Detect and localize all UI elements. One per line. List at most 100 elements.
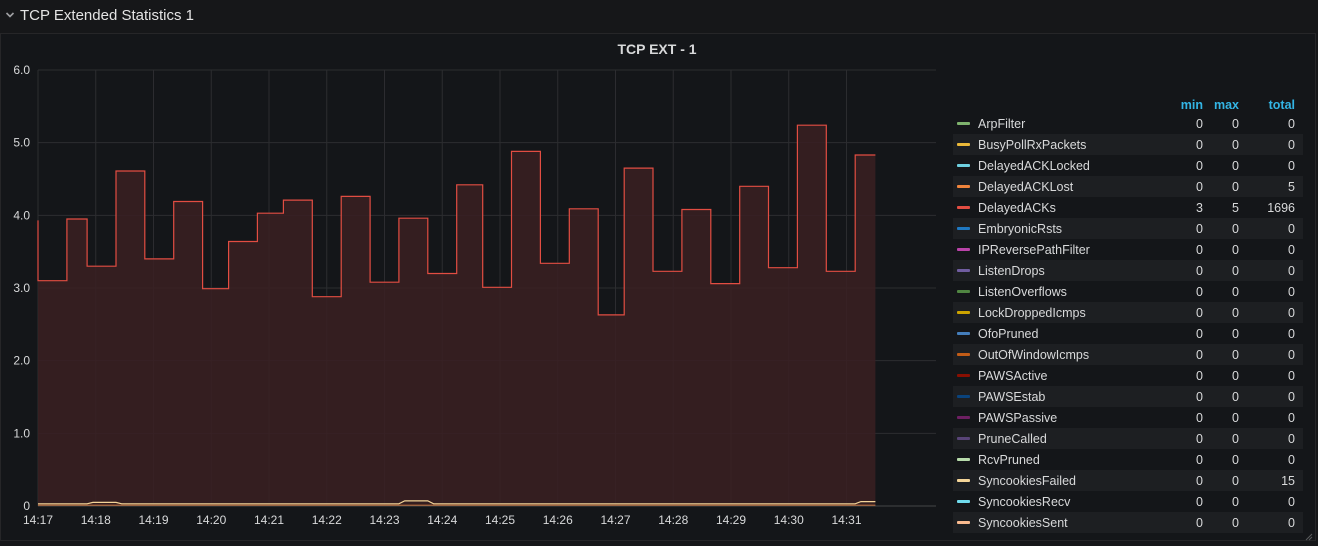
legend-item-embryonicrsts[interactable]: EmbryonicRsts 0 0 0 (953, 218, 1303, 239)
legend-total-value: 5 (1288, 179, 1295, 194)
panel-title[interactable]: TCP EXT - 1 (1, 41, 1313, 57)
legend-item-delayedacklocked[interactable]: DelayedACKLocked 0 0 0 (953, 155, 1303, 176)
legend-item-syncookiesrecv[interactable]: SyncookiesRecv 0 0 0 (953, 491, 1303, 512)
legend-item-label[interactable]: ListenOverflows (978, 285, 1158, 299)
legend-item-ofopruned[interactable]: OfoPruned 0 0 0 (953, 323, 1303, 344)
legend-swatch[interactable] (957, 500, 970, 503)
legend-item-label[interactable]: DelayedACKs (978, 201, 1158, 215)
x-tick-label: 14:28 (658, 513, 688, 527)
legend-swatch[interactable] (957, 311, 970, 314)
legend-item-busypollrxpackets[interactable]: BusyPollRxPackets 0 0 0 (953, 134, 1303, 155)
legend-item-label[interactable]: SyncookiesRecv (978, 495, 1158, 509)
row-title[interactable]: TCP Extended Statistics 1 (20, 7, 194, 24)
legend-swatch[interactable] (957, 290, 970, 293)
legend-swatch[interactable] (957, 353, 970, 356)
legend-item-outofwindowicmps[interactable]: OutOfWindowIcmps 0 0 0 (953, 344, 1303, 365)
legend-item-label[interactable]: IPReversePathFilter (978, 243, 1158, 257)
legend-item-label[interactable]: PruneCalled (978, 432, 1158, 446)
legend-min-value: 0 (1196, 368, 1203, 383)
legend-swatch[interactable] (957, 185, 970, 188)
legend-total-value: 0 (1288, 284, 1295, 299)
legend-max-value: 0 (1232, 410, 1239, 425)
legend-item-label[interactable]: ListenDrops (978, 264, 1158, 278)
legend-min-value: 0 (1196, 431, 1203, 446)
legend-swatch[interactable] (957, 143, 970, 146)
legend-item-listenoverflows[interactable]: ListenOverflows 0 0 0 (953, 281, 1303, 302)
legend-swatch[interactable] (957, 269, 970, 272)
legend-item-label[interactable]: PAWSPassive (978, 411, 1158, 425)
legend-item-listendrops[interactable]: ListenDrops 0 0 0 (953, 260, 1303, 281)
legend-item-prunecalled[interactable]: PruneCalled 0 0 0 (953, 428, 1303, 449)
legend-item-arpfilter[interactable]: ArpFilter 0 0 0 (953, 113, 1303, 134)
legend-swatch[interactable] (957, 458, 970, 461)
legend-min-value: 0 (1196, 305, 1203, 320)
legend-total-value: 0 (1288, 263, 1295, 278)
legend-swatch[interactable] (957, 374, 970, 377)
legend-total-value: 0 (1288, 494, 1295, 509)
legend-min-value: 0 (1196, 326, 1203, 341)
legend-swatch[interactable] (957, 479, 970, 482)
legend-item-label[interactable]: DelayedACKLost (978, 180, 1158, 194)
x-tick-label: 14:22 (312, 513, 342, 527)
legend-column-max[interactable]: max (1203, 98, 1239, 112)
legend-item-label[interactable]: ArpFilter (978, 117, 1158, 131)
legend-swatch[interactable] (957, 164, 970, 167)
legend-column-min[interactable]: min (1158, 98, 1203, 112)
legend-swatch[interactable] (957, 122, 970, 125)
resize-handle-icon[interactable] (1303, 528, 1313, 541)
legend-swatch[interactable] (957, 206, 970, 209)
legend-item-pawsestab[interactable]: PAWSEstab 0 0 0 (953, 386, 1303, 407)
legend-min-value: 0 (1196, 242, 1203, 257)
y-tick-label: 2.0 (13, 354, 30, 368)
legend-item-label[interactable]: PAWSEstab (978, 390, 1158, 404)
legend-item-label[interactable]: BusyPollRxPackets (978, 138, 1158, 152)
legend-max-value: 0 (1232, 347, 1239, 362)
legend-total-value: 0 (1288, 242, 1295, 257)
legend-min-value: 0 (1196, 137, 1203, 152)
legend-item-label[interactable]: LockDroppedIcmps (978, 306, 1158, 320)
legend-max-value: 0 (1232, 494, 1239, 509)
legend-max-value: 0 (1232, 389, 1239, 404)
legend-swatch[interactable] (957, 248, 970, 251)
x-tick-label: 14:23 (369, 513, 399, 527)
legend-min-value: 0 (1196, 347, 1203, 362)
legend-item-label[interactable]: SyncookiesSent (978, 516, 1158, 530)
legend-item-delayedacklost[interactable]: DelayedACKLost 0 0 5 (953, 176, 1303, 197)
legend-total-value: 0 (1288, 305, 1295, 320)
legend-item-delayedacks[interactable]: DelayedACKs 3 5 1696 (953, 197, 1303, 218)
legend-item-ipreversepathfilter[interactable]: IPReversePathFilter 0 0 0 (953, 239, 1303, 260)
legend-item-lockdroppedicmps[interactable]: LockDroppedIcmps 0 0 0 (953, 302, 1303, 323)
legend-max-value: 0 (1232, 368, 1239, 383)
legend-min-value: 0 (1196, 515, 1203, 530)
legend-item-label[interactable]: OfoPruned (978, 327, 1158, 341)
legend-item-label[interactable]: RcvPruned (978, 453, 1158, 467)
legend-item-label[interactable]: EmbryonicRsts (978, 222, 1158, 236)
legend-item-syncookiessent[interactable]: SyncookiesSent 0 0 0 (953, 512, 1303, 533)
chevron-down-icon[interactable] (4, 9, 16, 21)
legend-max-value: 0 (1232, 452, 1239, 467)
legend-item-label[interactable]: OutOfWindowIcmps (978, 348, 1158, 362)
legend-item-pawsactive[interactable]: PAWSActive 0 0 0 (953, 365, 1303, 386)
legend-swatch[interactable] (957, 437, 970, 440)
legend-swatch[interactable] (957, 416, 970, 419)
legend-swatch[interactable] (957, 395, 970, 398)
legend-swatch[interactable] (957, 521, 970, 524)
legend-item-pawspassive[interactable]: PAWSPassive 0 0 0 (953, 407, 1303, 428)
legend-total-value: 0 (1288, 452, 1295, 467)
legend-total-value: 0 (1288, 515, 1295, 530)
legend-swatch[interactable] (957, 332, 970, 335)
legend-item-label[interactable]: SyncookiesFailed (978, 474, 1158, 488)
legend-item-label[interactable]: DelayedACKLocked (978, 159, 1158, 173)
legend-item-label[interactable]: PAWSActive (978, 369, 1158, 383)
legend-item-rcvpruned[interactable]: RcvPruned 0 0 0 (953, 449, 1303, 470)
x-tick-label: 14:24 (427, 513, 457, 527)
y-tick-label: 4.0 (13, 208, 30, 222)
legend-item-syncookiesfailed[interactable]: SyncookiesFailed 0 0 15 (953, 470, 1303, 491)
legend-max-value: 0 (1232, 179, 1239, 194)
legend-min-value: 0 (1196, 116, 1203, 131)
legend: min max total ArpFilter 0 0 0 BusyPollRxPack… (953, 96, 1303, 533)
legend-rows: ArpFilter 0 0 0 BusyPollRxPackets 0 0 0 DelayedA… (953, 113, 1303, 533)
row-header[interactable]: TCP Extended Statistics 1 (0, 0, 1318, 30)
legend-column-total[interactable]: total (1239, 98, 1295, 112)
legend-swatch[interactable] (957, 227, 970, 230)
